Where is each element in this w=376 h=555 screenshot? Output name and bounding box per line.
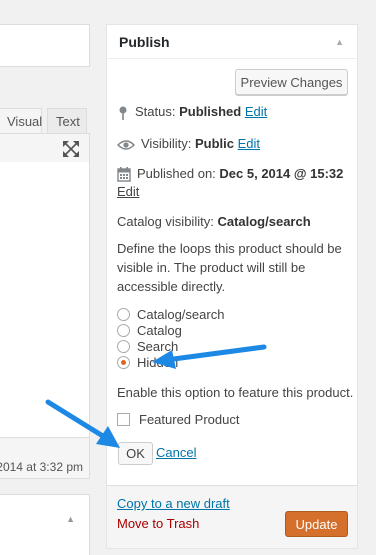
visibility-edit-link[interactable]: Edit bbox=[238, 136, 260, 151]
featured-product-checkbox[interactable] bbox=[117, 413, 130, 426]
catalog-visibility-label: Catalog visibility: bbox=[117, 214, 214, 229]
post-title-input[interactable] bbox=[0, 24, 90, 67]
editor-status-bar: 2014 at 3:32 pm bbox=[0, 437, 90, 479]
published-row: Published on: Dec 5, 2014 @ 15:32 bbox=[117, 166, 343, 182]
published-label: Published on: bbox=[137, 166, 216, 181]
status-value: Published bbox=[179, 104, 242, 119]
visibility-option-search[interactable]: Search bbox=[117, 339, 178, 355]
radio-button[interactable] bbox=[117, 308, 130, 321]
featured-product-label: Featured Product bbox=[139, 412, 240, 427]
visibility-option-hidden[interactable]: Hidden bbox=[117, 355, 178, 371]
pin-icon bbox=[119, 106, 127, 120]
visibility-row: Visibility: Public Edit bbox=[117, 136, 260, 151]
visibility-option-label: Search bbox=[137, 339, 179, 354]
last-edited-text: 2014 at 3:32 pm bbox=[0, 460, 83, 474]
editor-content-area[interactable] bbox=[0, 162, 90, 438]
cancel-link[interactable]: Cancel bbox=[156, 445, 196, 460]
editor-toolbar bbox=[0, 133, 90, 163]
status-label: Status: bbox=[135, 104, 176, 119]
publish-box: Publish ▲ Preview Changes Status: Publis… bbox=[106, 24, 358, 549]
visibility-label: Visibility: bbox=[141, 136, 192, 151]
publish-footer: Copy to a new draft Move to Trash Update bbox=[107, 485, 357, 548]
radio-button[interactable] bbox=[117, 340, 130, 353]
status-edit-link[interactable]: Edit bbox=[245, 104, 267, 119]
collapse-toggle-icon[interactable]: ▲ bbox=[335, 37, 344, 47]
published-edit-link[interactable]: Edit bbox=[117, 184, 139, 199]
featured-product-row[interactable]: Featured Product bbox=[117, 412, 239, 427]
published-value: Dec 5, 2014 @ 15:32 bbox=[219, 166, 344, 181]
ok-button[interactable]: OK bbox=[118, 442, 153, 465]
loops-description: Define the loops this product should be … bbox=[117, 241, 342, 294]
collapse-toggle-icon[interactable]: ▲ bbox=[66, 514, 75, 524]
radio-button-checked[interactable] bbox=[117, 356, 130, 369]
radio-button[interactable] bbox=[117, 324, 130, 337]
catalog-visibility-value: Catalog/search bbox=[217, 214, 311, 229]
visibility-option-label: Hidden bbox=[137, 355, 179, 370]
tab-text[interactable]: Text bbox=[47, 108, 87, 134]
update-button[interactable]: Update bbox=[285, 511, 348, 537]
fullscreen-icon[interactable] bbox=[62, 140, 80, 158]
visibility-value: Public bbox=[194, 136, 234, 151]
catalog-visibility-row: Catalog visibility: Catalog/search bbox=[117, 214, 311, 229]
status-row: Status: Published Edit bbox=[117, 104, 267, 121]
feature-description: Enable this option to feature this produ… bbox=[117, 385, 354, 400]
eye-icon bbox=[117, 139, 135, 150]
move-to-trash-link[interactable]: Move to Trash bbox=[117, 516, 199, 531]
publish-header[interactable]: Publish ▲ bbox=[107, 25, 357, 59]
publish-title: Publish bbox=[119, 34, 170, 50]
visibility-option-catalog-search[interactable]: Catalog/search bbox=[117, 307, 224, 323]
visibility-option-catalog[interactable]: Catalog bbox=[117, 323, 182, 339]
copy-to-draft-link[interactable]: Copy to a new draft bbox=[117, 496, 230, 511]
calendar-icon bbox=[117, 167, 131, 182]
tab-visual[interactable]: Visual bbox=[0, 108, 42, 134]
visibility-option-label: Catalog bbox=[137, 323, 182, 338]
meta-box: ▲ bbox=[0, 494, 90, 555]
visibility-option-label: Catalog/search bbox=[137, 307, 225, 322]
preview-changes-button[interactable]: Preview Changes bbox=[235, 69, 348, 95]
